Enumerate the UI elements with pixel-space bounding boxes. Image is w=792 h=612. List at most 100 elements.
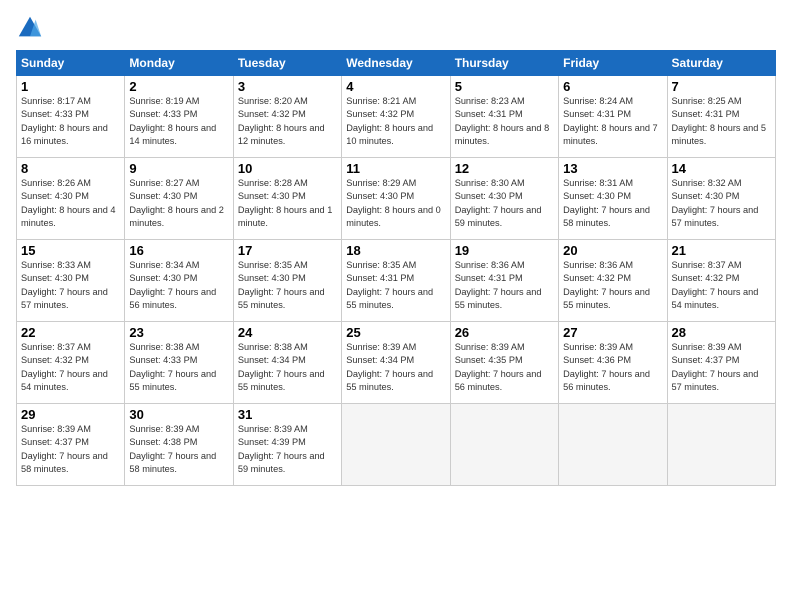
sunrise-label: Sunrise: 8:34 AM	[129, 260, 199, 270]
sunset-label: Sunset: 4:37 PM	[21, 437, 89, 447]
day-info: Sunrise: 8:35 AM Sunset: 4:30 PM Dayligh…	[238, 259, 337, 312]
day-number: 8	[21, 161, 120, 176]
day-info: Sunrise: 8:36 AM Sunset: 4:32 PM Dayligh…	[563, 259, 662, 312]
day-number: 27	[563, 325, 662, 340]
day-number: 1	[21, 79, 120, 94]
sunrise-label: Sunrise: 8:28 AM	[238, 178, 308, 188]
weekday-header-wednesday: Wednesday	[342, 51, 450, 76]
day-number: 3	[238, 79, 337, 94]
day-info: Sunrise: 8:38 AM Sunset: 4:33 PM Dayligh…	[129, 341, 228, 394]
calendar-cell: 19 Sunrise: 8:36 AM Sunset: 4:31 PM Dayl…	[450, 240, 558, 322]
sunrise-label: Sunrise: 8:36 AM	[455, 260, 525, 270]
daylight-label: Daylight: 8 hours and 5 minutes.	[672, 123, 767, 146]
sunset-label: Sunset: 4:32 PM	[563, 273, 631, 283]
daylight-label: Daylight: 8 hours and 4 minutes.	[21, 205, 116, 228]
calendar-cell: 30 Sunrise: 8:39 AM Sunset: 4:38 PM Dayl…	[125, 404, 233, 486]
sunrise-label: Sunrise: 8:33 AM	[21, 260, 91, 270]
sunset-label: Sunset: 4:37 PM	[672, 355, 740, 365]
day-info: Sunrise: 8:21 AM Sunset: 4:32 PM Dayligh…	[346, 95, 445, 148]
daylight-label: Daylight: 8 hours and 10 minutes.	[346, 123, 433, 146]
day-info: Sunrise: 8:33 AM Sunset: 4:30 PM Dayligh…	[21, 259, 120, 312]
day-info: Sunrise: 8:39 AM Sunset: 4:35 PM Dayligh…	[455, 341, 554, 394]
daylight-label: Daylight: 8 hours and 7 minutes.	[563, 123, 658, 146]
sunset-label: Sunset: 4:32 PM	[346, 109, 414, 119]
sunset-label: Sunset: 4:32 PM	[21, 355, 89, 365]
day-info: Sunrise: 8:39 AM Sunset: 4:37 PM Dayligh…	[672, 341, 771, 394]
calendar-cell: 29 Sunrise: 8:39 AM Sunset: 4:37 PM Dayl…	[17, 404, 125, 486]
sunset-label: Sunset: 4:35 PM	[455, 355, 523, 365]
day-info: Sunrise: 8:39 AM Sunset: 4:38 PM Dayligh…	[129, 423, 228, 476]
weekday-header-row: SundayMondayTuesdayWednesdayThursdayFrid…	[17, 51, 776, 76]
day-number: 13	[563, 161, 662, 176]
sunset-label: Sunset: 4:31 PM	[455, 273, 523, 283]
calendar-cell: 26 Sunrise: 8:39 AM Sunset: 4:35 PM Dayl…	[450, 322, 558, 404]
sunset-label: Sunset: 4:33 PM	[129, 355, 197, 365]
daylight-label: Daylight: 7 hours and 57 minutes.	[672, 205, 759, 228]
daylight-label: Daylight: 7 hours and 56 minutes.	[563, 369, 650, 392]
sunrise-label: Sunrise: 8:29 AM	[346, 178, 416, 188]
day-number: 7	[672, 79, 771, 94]
sunset-label: Sunset: 4:30 PM	[455, 191, 523, 201]
calendar-week-3: 15 Sunrise: 8:33 AM Sunset: 4:30 PM Dayl…	[17, 240, 776, 322]
sunset-label: Sunset: 4:36 PM	[563, 355, 631, 365]
daylight-label: Daylight: 7 hours and 55 minutes.	[129, 369, 216, 392]
weekday-header-saturday: Saturday	[667, 51, 775, 76]
daylight-label: Daylight: 7 hours and 59 minutes.	[238, 451, 325, 474]
sunrise-label: Sunrise: 8:39 AM	[563, 342, 633, 352]
calendar-cell: 7 Sunrise: 8:25 AM Sunset: 4:31 PM Dayli…	[667, 76, 775, 158]
sunrise-label: Sunrise: 8:39 AM	[672, 342, 742, 352]
sunset-label: Sunset: 4:30 PM	[21, 273, 89, 283]
logo-icon	[16, 14, 44, 42]
daylight-label: Daylight: 7 hours and 55 minutes.	[238, 287, 325, 310]
daylight-label: Daylight: 8 hours and 12 minutes.	[238, 123, 325, 146]
sunset-label: Sunset: 4:30 PM	[346, 191, 414, 201]
day-number: 26	[455, 325, 554, 340]
day-info: Sunrise: 8:27 AM Sunset: 4:30 PM Dayligh…	[129, 177, 228, 230]
sunset-label: Sunset: 4:33 PM	[21, 109, 89, 119]
calendar-week-4: 22 Sunrise: 8:37 AM Sunset: 4:32 PM Dayl…	[17, 322, 776, 404]
sunset-label: Sunset: 4:30 PM	[129, 191, 197, 201]
day-number: 5	[455, 79, 554, 94]
sunset-label: Sunset: 4:30 PM	[129, 273, 197, 283]
sunset-label: Sunset: 4:32 PM	[672, 273, 740, 283]
day-number: 31	[238, 407, 337, 422]
calendar-cell: 10 Sunrise: 8:28 AM Sunset: 4:30 PM Dayl…	[233, 158, 341, 240]
day-number: 4	[346, 79, 445, 94]
day-number: 28	[672, 325, 771, 340]
day-number: 30	[129, 407, 228, 422]
day-info: Sunrise: 8:23 AM Sunset: 4:31 PM Dayligh…	[455, 95, 554, 148]
sunset-label: Sunset: 4:30 PM	[238, 191, 306, 201]
calendar-cell: 22 Sunrise: 8:37 AM Sunset: 4:32 PM Dayl…	[17, 322, 125, 404]
sunrise-label: Sunrise: 8:17 AM	[21, 96, 91, 106]
day-info: Sunrise: 8:39 AM Sunset: 4:39 PM Dayligh…	[238, 423, 337, 476]
daylight-label: Daylight: 7 hours and 55 minutes.	[346, 287, 433, 310]
calendar-cell: 3 Sunrise: 8:20 AM Sunset: 4:32 PM Dayli…	[233, 76, 341, 158]
day-info: Sunrise: 8:19 AM Sunset: 4:33 PM Dayligh…	[129, 95, 228, 148]
sunset-label: Sunset: 4:38 PM	[129, 437, 197, 447]
sunrise-label: Sunrise: 8:37 AM	[21, 342, 91, 352]
day-number: 6	[563, 79, 662, 94]
sunrise-label: Sunrise: 8:25 AM	[672, 96, 742, 106]
sunrise-label: Sunrise: 8:38 AM	[129, 342, 199, 352]
daylight-label: Daylight: 7 hours and 54 minutes.	[672, 287, 759, 310]
day-number: 24	[238, 325, 337, 340]
sunrise-label: Sunrise: 8:23 AM	[455, 96, 525, 106]
day-info: Sunrise: 8:28 AM Sunset: 4:30 PM Dayligh…	[238, 177, 337, 230]
daylight-label: Daylight: 8 hours and 1 minute.	[238, 205, 333, 228]
sunrise-label: Sunrise: 8:38 AM	[238, 342, 308, 352]
daylight-label: Daylight: 7 hours and 54 minutes.	[21, 369, 108, 392]
calendar-cell: 28 Sunrise: 8:39 AM Sunset: 4:37 PM Dayl…	[667, 322, 775, 404]
sunrise-label: Sunrise: 8:32 AM	[672, 178, 742, 188]
sunrise-label: Sunrise: 8:35 AM	[346, 260, 416, 270]
calendar-cell: 6 Sunrise: 8:24 AM Sunset: 4:31 PM Dayli…	[559, 76, 667, 158]
sunset-label: Sunset: 4:30 PM	[563, 191, 631, 201]
daylight-label: Daylight: 8 hours and 0 minutes.	[346, 205, 441, 228]
calendar-cell: 31 Sunrise: 8:39 AM Sunset: 4:39 PM Dayl…	[233, 404, 341, 486]
calendar-cell: 9 Sunrise: 8:27 AM Sunset: 4:30 PM Dayli…	[125, 158, 233, 240]
calendar-week-2: 8 Sunrise: 8:26 AM Sunset: 4:30 PM Dayli…	[17, 158, 776, 240]
daylight-label: Daylight: 7 hours and 55 minutes.	[238, 369, 325, 392]
daylight-label: Daylight: 7 hours and 58 minutes.	[129, 451, 216, 474]
sunrise-label: Sunrise: 8:20 AM	[238, 96, 308, 106]
calendar-cell	[667, 404, 775, 486]
day-info: Sunrise: 8:29 AM Sunset: 4:30 PM Dayligh…	[346, 177, 445, 230]
